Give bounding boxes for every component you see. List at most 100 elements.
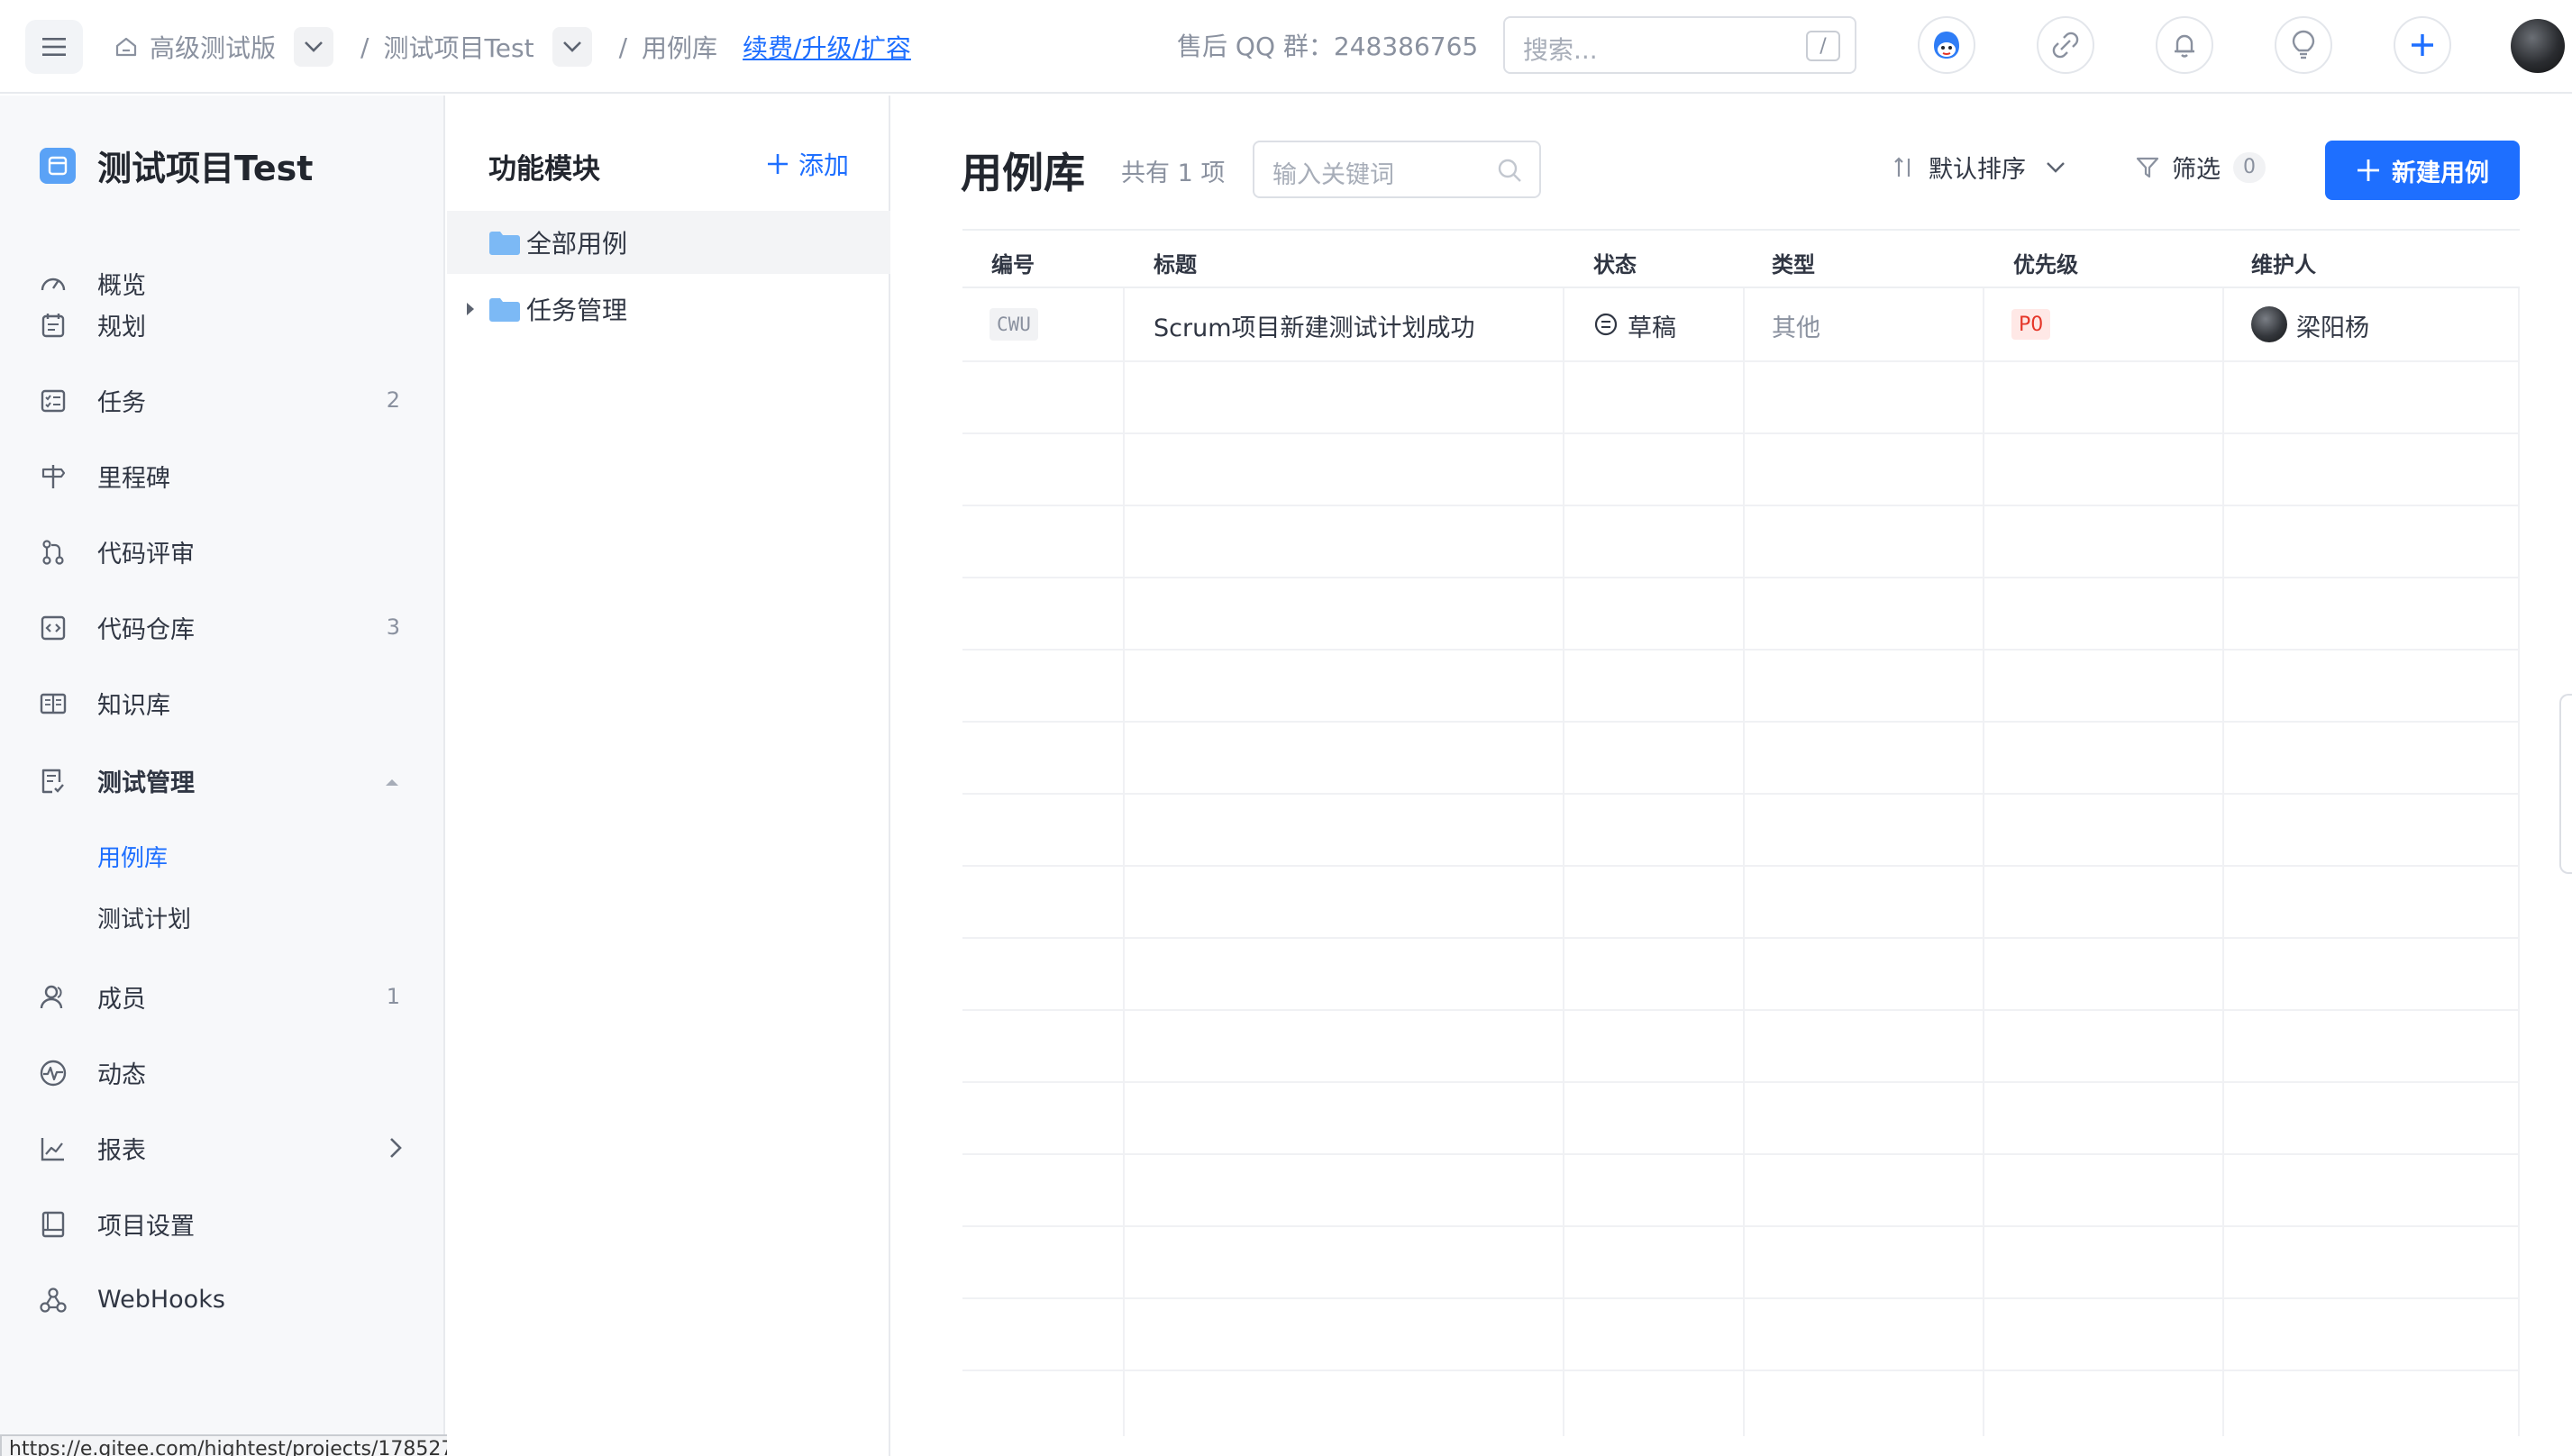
plus-icon [2358,159,2379,181]
sidebar-item-count: 3 [386,614,400,640]
sidebar-item-overview[interactable] [0,114,445,168]
user-icon [40,985,63,1009]
priority-badge[interactable]: P0 [2011,309,2051,340]
sidebar-item-label: 测试管理 [97,769,195,797]
webhook-icon [40,1288,67,1313]
bell-icon [2175,34,2194,58]
sidebar-item-test-management[interactable]: 测试管理 [0,753,445,807]
global-search-placeholder: 搜索... [1523,35,1598,65]
search-icon [1498,159,1521,182]
sidebar-item-reports[interactable]: 报表 [0,1121,445,1175]
filter-count-badge: 0 [2233,151,2266,183]
sidebar-item-label: 概览 [97,271,146,300]
right-panel-toggle[interactable] [2559,694,2572,874]
sidebar-subitem-test-cases[interactable]: 用例库 [97,840,168,873]
sidebar-item-knowledge-base[interactable]: 知识库 [0,676,445,730]
module-panel-title: 功能模块 [488,153,600,186]
top-header: 高级测试版 / 测试项目Test / 用例库 续费/升级/扩容 售后 QQ 群：… [0,0,2572,94]
sidebar-item-label: 任务 [97,388,146,417]
global-search-input[interactable]: 搜索... / [1503,16,1856,74]
mascot-button[interactable] [1918,16,1975,74]
project-dropdown-button[interactable] [552,27,592,67]
test-clipboard-icon [41,769,64,794]
table-row[interactable]: CWU Scrum项目新建测试计划成功 草稿 其他 P0 梁阳杨 [962,288,2520,360]
filter-icon [2136,157,2159,177]
keyword-search-placeholder: 输入关键词 [1272,161,1394,189]
tree-item-all-cases[interactable]: 全部用例 [447,211,890,274]
sidebar-item-label: 报表 [97,1136,146,1165]
new-test-case-button[interactable]: 新建用例 [2325,141,2520,200]
sidebar-subitem-test-plans[interactable]: 测试计划 [97,901,191,934]
sidebar-item-code-review[interactable]: 代码评审 [0,524,445,578]
case-status[interactable]: 草稿 [1628,308,1676,343]
sidebar-item-repositories[interactable]: 代码仓库 3 [0,600,445,654]
filter-button[interactable]: 筛选 0 [2136,150,2266,185]
sidebar-item-activity[interactable]: 动态 [0,1045,445,1099]
project-sidebar: 测试项目Test 概览 规划 任务 2 里程碑 代码评审 代码仓库 3 知识库 … [0,96,445,1456]
tree-item-task-management[interactable]: 任务管理 [447,278,890,341]
activity-icon [40,1060,67,1087]
search-shortcut-key: / [1806,31,1840,61]
create-button[interactable] [2394,16,2451,74]
sidebar-item-label: 知识库 [97,691,170,720]
org-dropdown-button[interactable] [294,27,334,67]
column-header-id[interactable]: 编号 [991,247,1035,278]
total-count: 共有 1 项 [1121,159,1226,187]
folder-icon [489,232,520,255]
chevron-right-icon [390,1138,402,1158]
chevron-down-icon [305,41,323,52]
plus-icon [768,154,788,174]
tips-button[interactable] [2275,16,2332,74]
home-icon [115,37,137,57]
column-header-status[interactable]: 状态 [1593,247,1637,278]
column-header-title[interactable]: 标题 [1154,247,1197,278]
breadcrumb: 高级测试版 / 测试项目Test / 用例库 续费/升级/扩容 [114,20,911,74]
sidebar-item-label: 成员 [97,985,146,1014]
user-avatar[interactable] [2511,19,2565,73]
case-owner[interactable]: 梁阳杨 [2296,308,2369,343]
pull-request-icon [42,540,64,565]
sort-dropdown[interactable]: 默认排序 [1893,150,2066,185]
sidebar-item-webhooks[interactable]: WebHooks [0,1272,445,1326]
breadcrumb-page: 用例库 [642,33,718,63]
menu-toggle-button[interactable] [25,20,83,74]
sidebar-item-milestones[interactable]: 里程碑 [0,449,445,503]
sidebar-item-planning[interactable]: 规划 [0,297,445,351]
keyword-search-input[interactable]: 输入关键词 [1253,141,1541,198]
sidebar-item-label: 动态 [97,1060,146,1089]
sidebar-item-project-settings[interactable]: 项目设置 [0,1197,445,1251]
qq-group-text: 售后 QQ 群：248386765 [1177,32,1479,61]
settings-book-icon [41,1211,65,1238]
notifications-button[interactable] [2156,16,2213,74]
module-panel: 功能模块 添加 全部用例 任务管理 [447,96,890,1456]
breadcrumb-project[interactable]: 测试项目Test [383,29,534,65]
sidebar-item-label: WebHooks [97,1285,225,1314]
sidebar-item-count: 2 [386,387,400,413]
sidebar-item-label: 规划 [97,313,146,341]
column-header-priority[interactable]: 优先级 [2013,247,2078,278]
sidebar-item-members[interactable]: 成员 1 [0,969,445,1024]
breadcrumb-org[interactable]: 高级测试版 [150,29,276,65]
line-chart-icon [41,1138,64,1161]
draft-status-icon [1594,313,1618,336]
calendar-icon [41,314,65,338]
chevron-down-icon [2047,161,2065,173]
new-test-case-label: 新建用例 [2392,159,2489,187]
case-title[interactable]: Scrum项目新建测试计划成功 [1154,308,1475,343]
integration-button[interactable] [2037,16,2094,74]
add-module-button[interactable]: 添加 [766,146,849,182]
column-header-type[interactable]: 类型 [1772,247,1815,278]
chevron-down-icon [562,41,581,52]
link-icon [2052,32,2079,59]
sidebar-item-label: 里程碑 [97,464,170,493]
case-type: 其他 [1772,314,1820,342]
column-header-owner[interactable]: 维护人 [2251,247,2316,278]
sidebar-item-tasks[interactable]: 任务 2 [0,373,445,427]
code-icon [41,615,66,641]
chevron-up-icon [386,779,398,786]
sidebar-item-label: 代码仓库 [97,615,195,644]
tree-item-label: 任务管理 [526,296,628,325]
table-header: 编号 标题 状态 类型 优先级 维护人 [962,229,2520,288]
upgrade-link[interactable]: 续费/升级/扩容 [743,29,911,65]
filter-label: 筛选 [2172,156,2221,184]
